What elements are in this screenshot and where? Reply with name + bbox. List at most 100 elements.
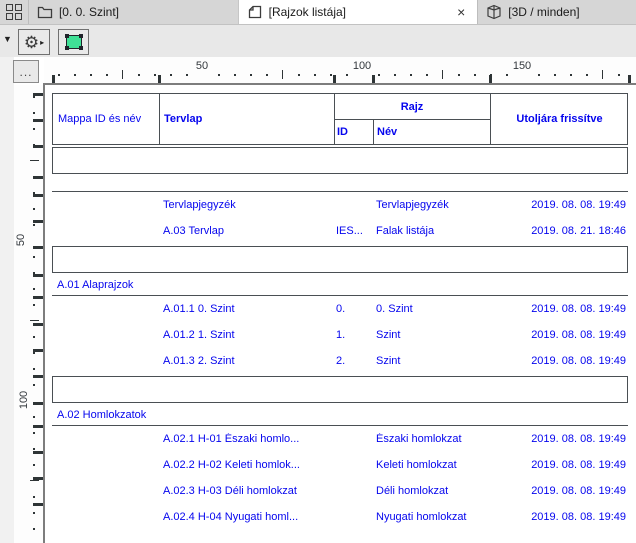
- folder-group-label[interactable]: A.01 Alaprajzok: [52, 273, 628, 295]
- ruler-tick: [346, 74, 348, 76]
- drawing-row[interactable]: A.02.1 H-01 Északi homlo... Északi homlok…: [52, 426, 628, 452]
- ruler-tick: [618, 74, 620, 76]
- ruler-tick: [602, 70, 603, 79]
- marquee-icon: [64, 34, 83, 50]
- ruler-tick: [33, 512, 35, 514]
- ruler-tick: [250, 74, 252, 76]
- ruler-label: 150: [512, 60, 532, 72]
- ruler-tick: [106, 74, 108, 76]
- cell-updated: 2019. 08. 21. 18:46: [531, 225, 626, 237]
- ruler-tick: [90, 74, 92, 76]
- ruler-tick: [378, 74, 380, 76]
- ruler-tick: [170, 74, 172, 76]
- tab-bar: [0. 0. Szint] [Rajzok listája] × [3D / m…: [0, 0, 636, 25]
- cell-id: IES...: [336, 225, 363, 237]
- empty-row-box[interactable]: [52, 147, 628, 174]
- vertical-ruler[interactable]: 50 100: [14, 85, 45, 543]
- drawing-index-table: Mappa ID és név Tervlap Rajz ID Név Utol…: [52, 93, 628, 530]
- horizontal-ruler[interactable]: 50 100 150: [44, 57, 636, 87]
- ruler-label: 100: [18, 390, 31, 410]
- close-tab-icon[interactable]: ×: [453, 5, 469, 19]
- ruler-tick: [33, 368, 35, 370]
- cell-id: 0.: [336, 303, 346, 315]
- cell-updated: 2019. 08. 08. 19:49: [531, 459, 626, 471]
- ruler-tick: [33, 448, 35, 450]
- cell-nev: Szint: [376, 355, 401, 367]
- drawing-row[interactable]: A.02.4 H-04 Nyugati homl... Nyugati homlo…: [52, 504, 628, 530]
- tab-floor-plan[interactable]: [0. 0. Szint]: [29, 0, 239, 24]
- cell-tervlap: A.01.1 0. Szint: [163, 303, 235, 315]
- ruler-tick: [33, 304, 35, 306]
- ruler-tick: [33, 96, 35, 98]
- ruler-tick: [442, 70, 443, 79]
- cell-nev: 0. Szint: [376, 303, 413, 315]
- ruler-label: 100: [352, 60, 372, 72]
- 3d-view-icon: [486, 4, 502, 20]
- empty-row-box[interactable]: [52, 376, 628, 403]
- ruler-tick: [554, 74, 556, 76]
- cell-tervlap: A.02.1 H-01 Északi homlo...: [163, 433, 300, 445]
- toolbar-caret-down-icon[interactable]: ▼: [3, 34, 12, 44]
- ruler-tick: [33, 112, 35, 114]
- tab-label: [0. 0. Szint]: [58, 5, 119, 19]
- header-nev: Név: [377, 126, 398, 138]
- ruler-tick: [33, 128, 35, 130]
- header-mappa: Mappa ID és név: [58, 113, 142, 125]
- ruler-tick: [33, 416, 35, 418]
- ruler-tick: [538, 74, 540, 76]
- drawing-row[interactable]: A.02.3 H-03 Déli homlokzat Déli homlokzat…: [52, 478, 628, 504]
- tab-overview-button[interactable]: [0, 0, 29, 24]
- tab-3d-view[interactable]: [3D / minden]: [478, 0, 636, 24]
- ruler-tick: [474, 74, 476, 76]
- drawing-list-icon: [247, 4, 263, 20]
- ruler-tick: [122, 70, 123, 79]
- drawing-row[interactable]: A.01.2 1. Szint 1. Szint 2019. 08. 08. 19:4…: [52, 322, 628, 348]
- ruler-tick: [33, 208, 35, 210]
- quad-grid-icon: [5, 4, 22, 20]
- ruler-tick: [30, 160, 39, 161]
- drawing-row[interactable]: A.02.2 H-02 Keleti homlok... Keleti homlo…: [52, 452, 628, 478]
- ruler-tick: [33, 352, 35, 354]
- ruler-tick: [33, 496, 35, 498]
- drawing-row[interactable]: Tervlapjegyzék Tervlapjegyzék 2019. 08. 08…: [52, 192, 628, 218]
- tab-drawing-list[interactable]: [Rajzok listája] ×: [238, 0, 479, 24]
- marquee-tool-button[interactable]: [58, 29, 89, 55]
- ruler-tick: [154, 74, 156, 76]
- ruler-tick: [506, 74, 508, 76]
- ruler-tick: [570, 74, 572, 76]
- drawing-row[interactable]: A.03 Tervlap IES... Falak listája 2019. 08.…: [52, 218, 628, 244]
- cell-updated: 2019. 08. 08. 19:49: [531, 511, 626, 523]
- ruler-tick: [394, 74, 396, 76]
- drawing-canvas[interactable]: Mappa ID és név Tervlap Rajz ID Név Utol…: [45, 85, 636, 543]
- cell-updated: 2019. 08. 08. 19:49: [531, 199, 626, 211]
- ruler-tick: [33, 224, 35, 226]
- header-updated: Utoljára frissítve: [516, 113, 603, 125]
- left-gutter: [0, 57, 14, 543]
- cell-id: 1.: [336, 329, 346, 341]
- ruler-label: 50: [195, 60, 209, 72]
- ruler-tick: [282, 70, 283, 79]
- folder-group-label[interactable]: A.02 Homlokzatok: [52, 403, 628, 425]
- drawing-row[interactable]: A.01.1 0. Szint 0. 0. Szint 2019. 08. 08. 1…: [52, 296, 628, 322]
- cell-tervlap: A.02.3 H-03 Déli homlokzat: [163, 485, 297, 497]
- tab-label: [3D / minden]: [508, 5, 580, 19]
- ruler-tick: [33, 528, 35, 530]
- settings-gear-button[interactable]: ⚙ ▸: [18, 29, 50, 55]
- header-rajz: Rajz: [400, 100, 424, 113]
- ruler-tick: [30, 480, 39, 481]
- empty-row-box[interactable]: [52, 246, 628, 273]
- ruler-tick: [458, 74, 460, 76]
- cell-updated: 2019. 08. 08. 19:49: [531, 329, 626, 341]
- drawing-row[interactable]: A.01.3 2. Szint 2. Szint 2019. 08. 08. 19:4…: [52, 348, 628, 374]
- cell-tervlap: A.01.3 2. Szint: [163, 355, 235, 367]
- ruler-label: 50: [15, 233, 28, 247]
- cell-updated: 2019. 08. 08. 19:49: [531, 485, 626, 497]
- table-header: Mappa ID és név Tervlap Rajz ID Név Utol…: [52, 93, 628, 145]
- ruler-options-button[interactable]: ...: [13, 60, 39, 83]
- ruler-tick: [218, 74, 220, 76]
- ruler-tick: [138, 74, 140, 76]
- tab-label: [Rajzok listája]: [268, 5, 346, 19]
- ruler-tick: [410, 74, 412, 76]
- cell-nev: Déli homlokzat: [376, 485, 449, 497]
- cell-tervlap: A.03 Tervlap: [163, 225, 224, 237]
